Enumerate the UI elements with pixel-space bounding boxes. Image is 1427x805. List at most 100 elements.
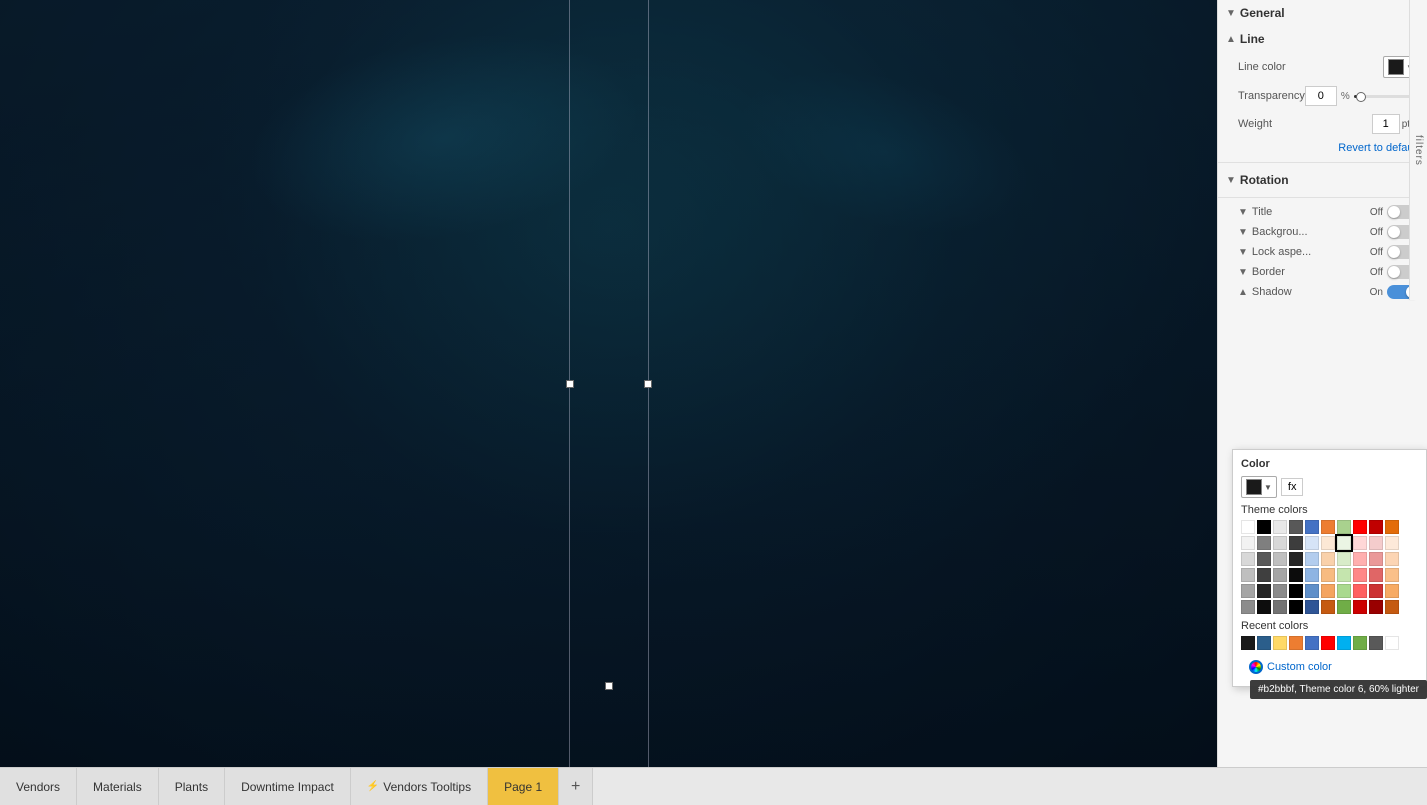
theme-color-cell-2-8[interactable]	[1369, 552, 1383, 566]
handle-left[interactable]	[566, 380, 574, 388]
tab-plants[interactable]: Plants	[159, 768, 225, 805]
theme-color-cell-2-7[interactable]	[1353, 552, 1367, 566]
rotation-section-header[interactable]: ▼ Rotation	[1218, 167, 1427, 193]
tab-materials[interactable]: Materials	[77, 768, 159, 805]
add-tab-button[interactable]: +	[559, 768, 593, 805]
theme-color-cell-0-7[interactable]	[1353, 520, 1367, 534]
theme-color-cell-0-9[interactable]	[1385, 520, 1399, 534]
tab-vendors[interactable]: Vendors	[0, 768, 77, 805]
theme-color-row-0	[1241, 520, 1418, 534]
theme-color-cell-1-6[interactable]	[1337, 536, 1351, 550]
fx-button[interactable]: fx	[1281, 478, 1304, 496]
tab-page-1[interactable]: Page 1	[488, 768, 559, 805]
theme-color-cell-0-5[interactable]	[1321, 520, 1335, 534]
theme-color-cell-2-6[interactable]	[1337, 552, 1351, 566]
custom-color-button[interactable]: Custom color	[1241, 656, 1418, 678]
theme-color-cell-0-3[interactable]	[1289, 520, 1303, 534]
recent-color-cell-5[interactable]	[1321, 636, 1335, 650]
tab-vendors-tooltips[interactable]: ⚡ Vendors Tooltips	[351, 768, 488, 805]
theme-color-cell-4-7[interactable]	[1353, 584, 1367, 598]
theme-color-cell-1-7[interactable]	[1353, 536, 1367, 550]
transparency-thumb[interactable]	[1356, 92, 1366, 102]
recent-color-cell-9[interactable]	[1385, 636, 1399, 650]
theme-color-cell-4-2[interactable]	[1273, 584, 1287, 598]
revert-button[interactable]: Revert to default	[1218, 138, 1427, 158]
theme-color-cell-4-8[interactable]	[1369, 584, 1383, 598]
theme-color-cell-3-4[interactable]	[1305, 568, 1319, 582]
background-toggle-row: ▼ Backgrou... Off	[1218, 222, 1427, 242]
canvas-line-element[interactable]	[569, 0, 649, 767]
theme-color-cell-2-4[interactable]	[1305, 552, 1319, 566]
theme-color-cell-4-6[interactable]	[1337, 584, 1351, 598]
recent-color-cell-4[interactable]	[1305, 636, 1319, 650]
recent-color-cell-7[interactable]	[1353, 636, 1367, 650]
theme-color-cell-3-8[interactable]	[1369, 568, 1383, 582]
theme-color-cell-5-1[interactable]	[1257, 600, 1271, 614]
theme-color-cell-0-8[interactable]	[1369, 520, 1383, 534]
theme-color-cell-5-2[interactable]	[1273, 600, 1287, 614]
transparency-input[interactable]	[1305, 86, 1337, 106]
theme-color-cell-3-6[interactable]	[1337, 568, 1351, 582]
theme-color-cell-2-3[interactable]	[1289, 552, 1303, 566]
theme-color-cell-3-1[interactable]	[1257, 568, 1271, 582]
weight-input[interactable]	[1372, 114, 1400, 134]
theme-color-cell-5-9[interactable]	[1385, 600, 1399, 614]
theme-color-cell-3-9[interactable]	[1385, 568, 1399, 582]
theme-color-cell-4-9[interactable]	[1385, 584, 1399, 598]
theme-color-cell-2-9[interactable]	[1385, 552, 1399, 566]
tab-downtime-impact-label: Downtime Impact	[241, 780, 334, 794]
line-section-header[interactable]: ▲ Line	[1218, 26, 1427, 52]
tab-materials-label: Materials	[93, 780, 142, 794]
theme-color-cell-1-3[interactable]	[1289, 536, 1303, 550]
theme-color-cell-4-4[interactable]	[1305, 584, 1319, 598]
recent-color-cell-2[interactable]	[1273, 636, 1287, 650]
background-knob	[1388, 226, 1400, 238]
theme-color-cell-4-1[interactable]	[1257, 584, 1271, 598]
tab-downtime-impact[interactable]: Downtime Impact	[225, 768, 351, 805]
recent-color-cell-6[interactable]	[1337, 636, 1351, 650]
color-dropdown-icon: ▼	[1264, 483, 1272, 492]
general-section-header[interactable]: ▼ General	[1218, 0, 1427, 26]
theme-color-cell-5-6[interactable]	[1337, 600, 1351, 614]
theme-color-cell-0-4[interactable]	[1305, 520, 1319, 534]
theme-color-cell-2-0[interactable]	[1241, 552, 1255, 566]
theme-color-cell-0-2[interactable]	[1273, 520, 1287, 534]
theme-color-cell-1-4[interactable]	[1305, 536, 1319, 550]
theme-color-cell-1-8[interactable]	[1369, 536, 1383, 550]
theme-color-cell-5-4[interactable]	[1305, 600, 1319, 614]
recent-color-cell-3[interactable]	[1289, 636, 1303, 650]
recent-color-cell-1[interactable]	[1257, 636, 1271, 650]
theme-color-cell-1-1[interactable]	[1257, 536, 1271, 550]
theme-color-cell-5-7[interactable]	[1353, 600, 1367, 614]
title-toggle-row: ▼ Title Off	[1218, 202, 1427, 222]
theme-color-cell-5-0[interactable]	[1241, 600, 1255, 614]
theme-color-cell-2-5[interactable]	[1321, 552, 1335, 566]
theme-color-cell-5-8[interactable]	[1369, 600, 1383, 614]
theme-color-cell-1-9[interactable]	[1385, 536, 1399, 550]
theme-color-cell-3-5[interactable]	[1321, 568, 1335, 582]
theme-color-cell-3-0[interactable]	[1241, 568, 1255, 582]
theme-color-cell-3-2[interactable]	[1273, 568, 1287, 582]
theme-color-cell-0-6[interactable]	[1337, 520, 1351, 534]
theme-color-cell-0-1[interactable]	[1257, 520, 1271, 534]
theme-color-cell-4-5[interactable]	[1321, 584, 1335, 598]
theme-color-cell-2-2[interactable]	[1273, 552, 1287, 566]
theme-color-cell-3-7[interactable]	[1353, 568, 1367, 582]
theme-color-cell-5-5[interactable]	[1321, 600, 1335, 614]
handle-bottom[interactable]	[605, 682, 613, 690]
theme-color-cell-3-3[interactable]	[1289, 568, 1303, 582]
theme-color-cell-1-0[interactable]	[1241, 536, 1255, 550]
theme-color-cell-0-0[interactable]	[1241, 520, 1255, 534]
theme-color-cell-4-3[interactable]	[1289, 584, 1303, 598]
theme-color-cell-1-2[interactable]	[1273, 536, 1287, 550]
recent-color-cell-0[interactable]	[1241, 636, 1255, 650]
theme-color-cell-1-5[interactable]	[1321, 536, 1335, 550]
recent-color-cell-8[interactable]	[1369, 636, 1383, 650]
theme-color-row-1	[1241, 536, 1418, 550]
title-label: Title	[1252, 206, 1272, 218]
theme-color-cell-4-0[interactable]	[1241, 584, 1255, 598]
theme-color-cell-2-1[interactable]	[1257, 552, 1271, 566]
theme-color-cell-5-3[interactable]	[1289, 600, 1303, 614]
color-swatch-button[interactable]: ▼	[1241, 476, 1277, 498]
handle-right[interactable]	[644, 380, 652, 388]
